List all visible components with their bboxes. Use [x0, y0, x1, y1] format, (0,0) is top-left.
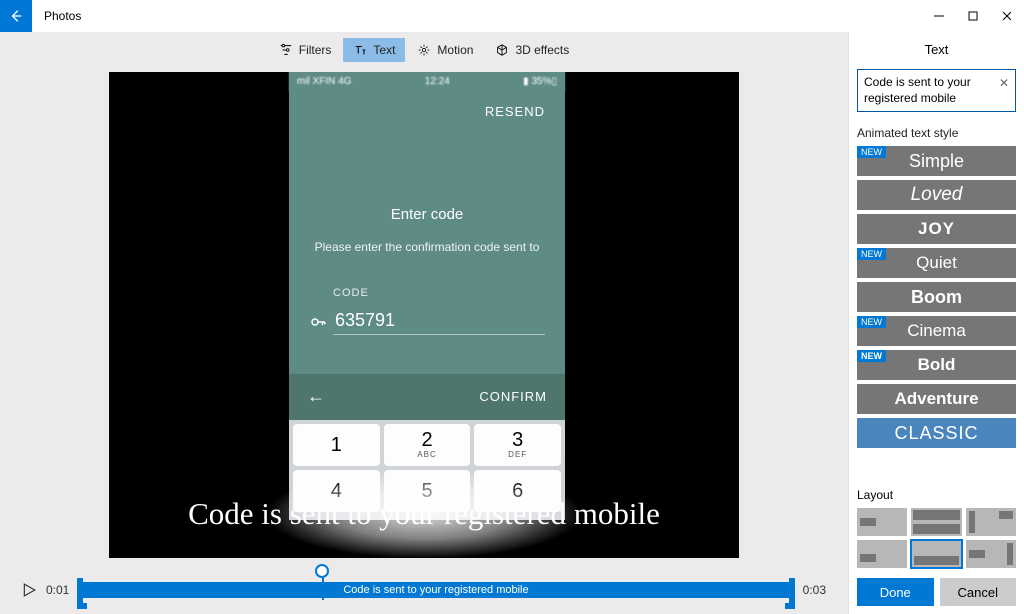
keypad-key: 2ABC — [384, 424, 471, 466]
enter-code-subtext: Please enter the confirmation code sent … — [289, 240, 565, 254]
motion-icon — [417, 43, 431, 57]
code-field-label: CODE — [333, 287, 369, 299]
clear-input-icon[interactable]: ✕ — [999, 76, 1009, 92]
phone-screen: mil XFIN 4G 12:24 ▮ 35%▯ RESEND Enter co… — [289, 72, 565, 520]
resend-label: RESEND — [485, 104, 545, 119]
back-button[interactable] — [0, 0, 32, 32]
timeline: 0:01 Code is sent to your registered mob… — [0, 558, 848, 614]
layout-right-top[interactable] — [966, 508, 1016, 536]
layout-grid — [857, 508, 1016, 568]
effects-label: 3D effects — [515, 43, 569, 57]
style-label: Simple — [909, 151, 964, 172]
3d-effects-tool[interactable]: 3D effects — [485, 38, 579, 62]
text-overlay: Code is sent to your registered mobile — [109, 470, 739, 558]
new-badge: NEW — [857, 146, 886, 158]
layout-left-middle[interactable] — [857, 508, 907, 536]
caption-input[interactable]: Code is sent to your registered mobile ✕ — [857, 69, 1016, 112]
timeline-clip[interactable]: Code is sent to your registered mobile — [79, 582, 792, 598]
status-right: ▮ 35%▯ — [523, 76, 557, 87]
keypad-key: 3DEF — [474, 424, 561, 466]
style-label: Loved — [911, 184, 963, 206]
status-left: mil XFIN 4G — [297, 76, 351, 87]
confirm-label: CONFIRM — [479, 389, 547, 404]
key-icon — [309, 313, 327, 331]
style-classic[interactable]: CLASSIC — [857, 418, 1016, 448]
new-badge: NEW — [857, 350, 886, 362]
editor-toolbar: Filters Text Motion 3D effects — [0, 36, 848, 64]
text-label: Text — [373, 43, 395, 57]
layout-section-label: Layout — [857, 488, 1016, 502]
back-arrow-icon: ← — [307, 386, 325, 407]
enter-code-title: Enter code — [289, 206, 565, 223]
status-time: 12:24 — [425, 76, 450, 87]
text-panel: Text Code is sent to your registered mob… — [848, 32, 1024, 614]
style-boom[interactable]: Boom — [857, 282, 1016, 312]
close-button[interactable] — [990, 0, 1024, 32]
layout-center-bottom[interactable] — [911, 540, 961, 568]
filters-label: Filters — [299, 43, 332, 57]
window-controls — [922, 0, 1024, 32]
text-icon — [353, 43, 367, 57]
playhead[interactable] — [315, 564, 329, 578]
style-bold[interactable]: NEW Bold — [857, 350, 1016, 380]
3d-effects-icon — [495, 43, 509, 57]
video-preview: mil XFIN 4G 12:24 ▮ 35%▯ RESEND Enter co… — [109, 72, 739, 558]
time-start: 0:01 — [46, 583, 69, 597]
caption-value: Code is sent to your registered mobile — [864, 75, 971, 105]
new-badge: NEW — [857, 248, 886, 260]
title-bar: Photos — [0, 0, 1024, 32]
filters-icon — [279, 43, 293, 57]
style-label: CLASSIC — [894, 423, 978, 444]
style-label: Adventure — [894, 389, 978, 409]
done-button[interactable]: Done — [857, 578, 934, 606]
layout-full-top[interactable] — [911, 508, 961, 536]
overlay-caption: Code is sent to your registered mobile — [188, 496, 660, 532]
style-section-label: Animated text style — [857, 126, 1016, 140]
motion-tool[interactable]: Motion — [407, 38, 483, 62]
code-value: 635791 — [335, 310, 395, 331]
style-label: JOY — [918, 219, 955, 239]
play-button[interactable] — [22, 583, 36, 597]
style-label: Cinema — [907, 321, 966, 341]
clip-handle-right[interactable] — [789, 578, 795, 604]
style-simple[interactable]: NEW Simple — [857, 146, 1016, 176]
style-label: Quiet — [916, 253, 957, 273]
layout-right-middle[interactable] — [966, 540, 1016, 568]
time-end: 0:03 — [803, 583, 826, 597]
new-badge: NEW — [857, 316, 886, 328]
filters-tool[interactable]: Filters — [269, 38, 342, 62]
clip-handle-left[interactable] — [77, 578, 83, 604]
app-title: Photos — [44, 9, 81, 23]
minimize-button[interactable] — [922, 0, 956, 32]
text-tool[interactable]: Text — [343, 38, 405, 62]
cancel-button[interactable]: Cancel — [940, 578, 1017, 606]
timeline-track[interactable]: Code is sent to your registered mobile — [79, 572, 792, 608]
layout-left-bottom[interactable] — [857, 540, 907, 568]
style-joy[interactable]: JOY — [857, 214, 1016, 244]
clip-label: Code is sent to your registered mobile — [343, 584, 528, 596]
phone-status-bar: mil XFIN 4G 12:24 ▮ 35%▯ — [289, 72, 565, 92]
style-loved[interactable]: Loved — [857, 180, 1016, 210]
maximize-button[interactable] — [956, 0, 990, 32]
keypad-key: 1 — [293, 424, 380, 466]
style-adventure[interactable]: Adventure — [857, 384, 1016, 414]
panel-title: Text — [857, 42, 1016, 57]
style-quiet[interactable]: NEW Quiet — [857, 248, 1016, 278]
styles-list: NEWSimpleLovedJOYNEWQuietBoomNEWCinemaNE… — [857, 146, 1016, 478]
arrow-left-icon — [9, 9, 23, 23]
motion-label: Motion — [437, 43, 473, 57]
code-underline — [333, 334, 545, 335]
confirm-bar: ← CONFIRM — [289, 374, 565, 420]
style-cinema[interactable]: NEW Cinema — [857, 316, 1016, 346]
style-label: Boom — [911, 287, 962, 308]
style-label: Bold — [918, 355, 956, 375]
